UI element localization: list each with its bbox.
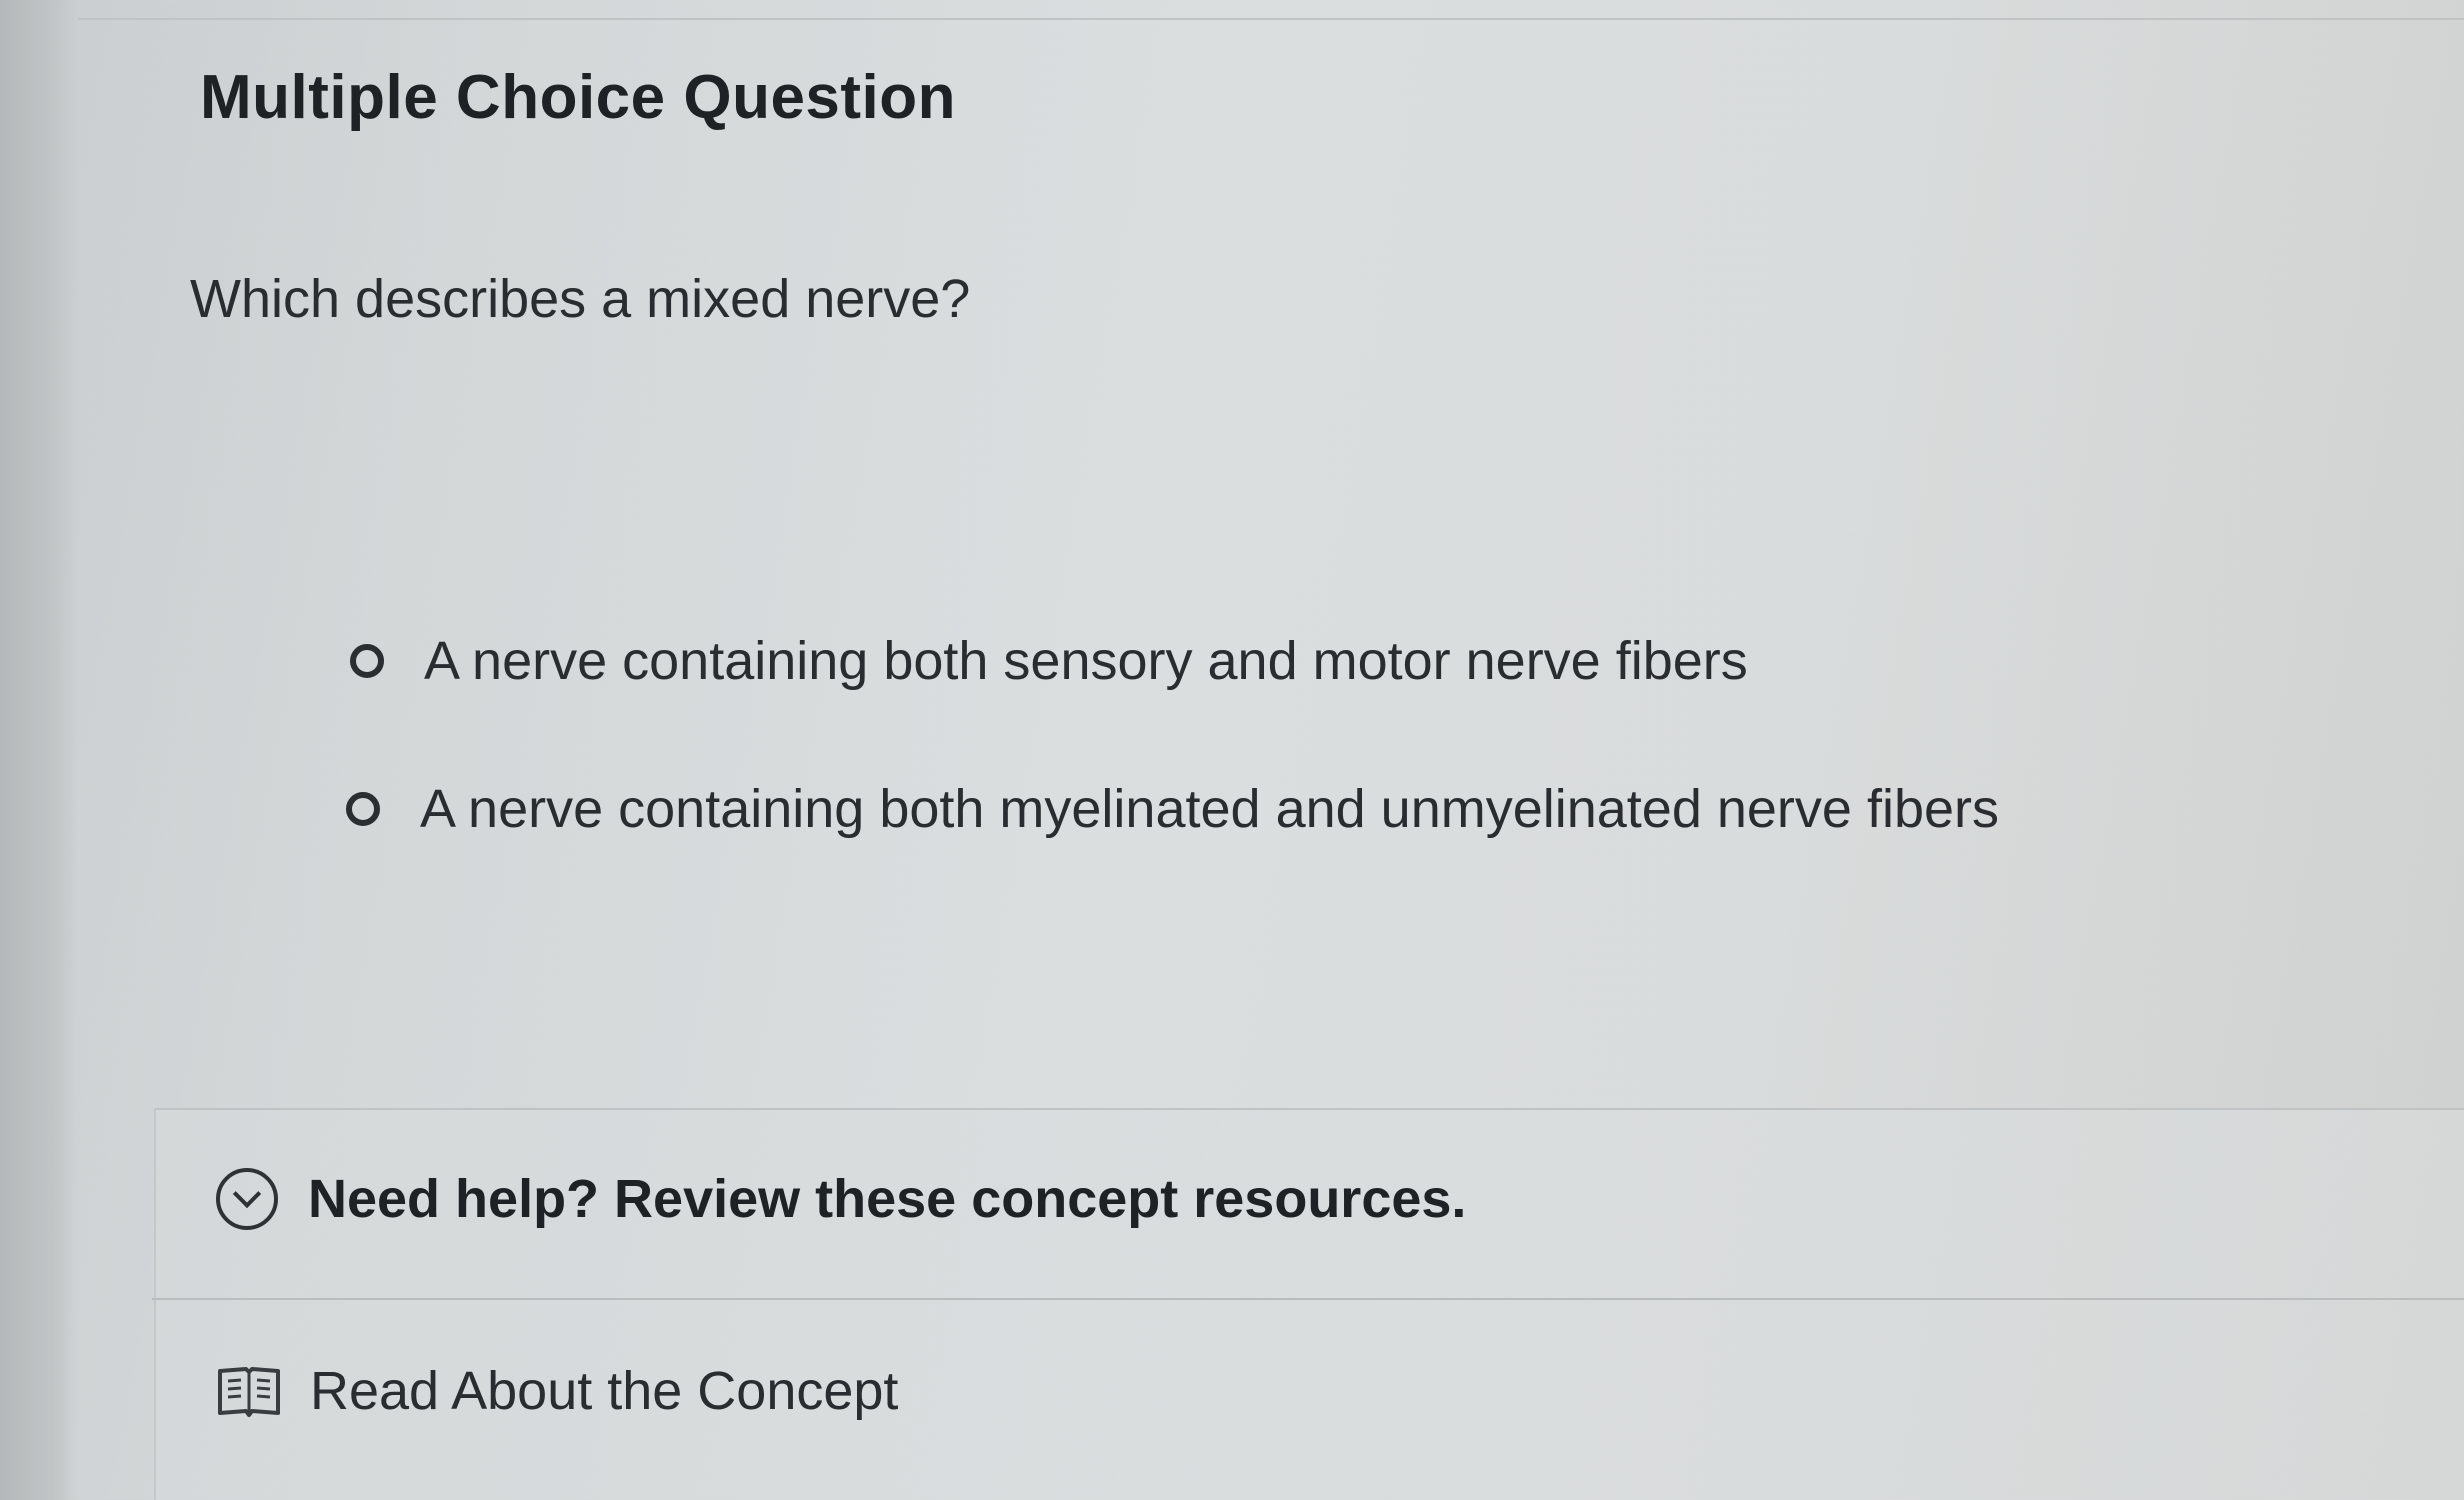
read-about-concept-link[interactable]: Read About the Concept bbox=[216, 1360, 898, 1422]
answer-option-1[interactable]: A nerve containing both sensory and moto… bbox=[350, 630, 1748, 692]
concept-resources-panel: Need help? Review these concept resource… bbox=[152, 1108, 2464, 1500]
answer-option-label: A nerve containing both sensory and moto… bbox=[424, 631, 1748, 691]
radio-button[interactable] bbox=[350, 644, 384, 678]
question-prompt: Which describes a mixed nerve? bbox=[190, 269, 971, 329]
answer-option-label: A nerve containing both myelinated and u… bbox=[420, 779, 1999, 839]
left-edge-shade bbox=[0, 0, 78, 1500]
top-divider bbox=[78, 18, 2464, 20]
chevron-down-circle-icon bbox=[216, 1168, 278, 1230]
read-about-concept-label: Read About the Concept bbox=[310, 1361, 899, 1421]
concept-resources-toggle[interactable]: Need help? Review these concept resource… bbox=[216, 1168, 1466, 1230]
question-page: Multiple Choice Question Which describes… bbox=[0, 0, 2464, 1500]
help-divider bbox=[152, 1298, 2464, 1300]
concept-resources-heading: Need help? Review these concept resource… bbox=[308, 1169, 1467, 1229]
answer-option-2[interactable]: A nerve containing both myelinated and u… bbox=[346, 778, 1999, 840]
radio-button[interactable] bbox=[346, 792, 380, 826]
question-type-heading: Multiple Choice Question bbox=[200, 63, 957, 132]
book-icon bbox=[218, 1367, 280, 1417]
